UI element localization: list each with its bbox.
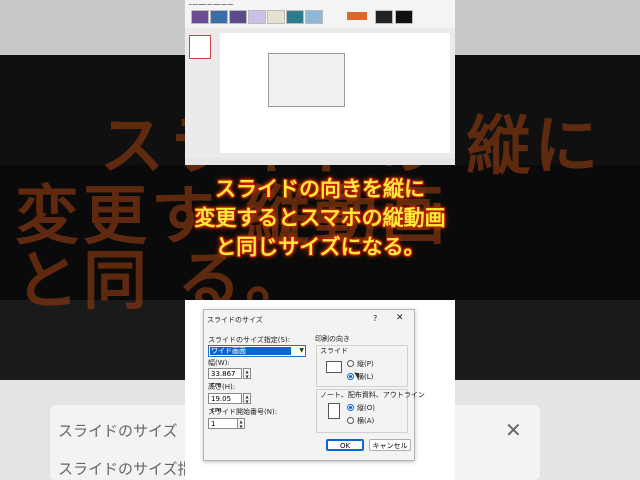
background-close-icon: ✕ bbox=[505, 418, 522, 442]
close-icon[interactable]: ✕ bbox=[396, 313, 404, 323]
size-spec-value: ワイド画面 bbox=[210, 347, 291, 355]
theme-thumb bbox=[248, 10, 266, 24]
notes-landscape-radio[interactable] bbox=[347, 417, 354, 424]
start-number-stepper[interactable]: ▲ ▼ bbox=[237, 418, 245, 429]
slide-group-label: スライド bbox=[320, 347, 348, 355]
caption-line-1: スライドの向きを縦に bbox=[215, 177, 425, 201]
height-input[interactable]: 19.05 cm bbox=[208, 393, 242, 414]
ribbon-tabs: ━ ━━ ━━━ ━━ ━━━ ━━ ━━ bbox=[189, 2, 233, 7]
slide-portrait-label: 縦(P) bbox=[357, 360, 374, 368]
theme-thumb bbox=[267, 10, 285, 24]
theme-thumb bbox=[210, 10, 228, 24]
dialog-title: スライドのサイズ bbox=[207, 316, 263, 324]
theme-thumb bbox=[286, 10, 304, 24]
theme-thumb bbox=[305, 10, 323, 24]
help-icon[interactable]: ? bbox=[373, 314, 377, 323]
slide-thumbnail bbox=[189, 35, 211, 59]
orange-button bbox=[347, 12, 367, 20]
theme-thumb bbox=[375, 10, 393, 24]
ok-button[interactable]: OK bbox=[326, 439, 364, 451]
slide-portrait-radio[interactable] bbox=[347, 360, 354, 367]
theme-thumb bbox=[395, 10, 413, 24]
theme-thumb bbox=[191, 10, 209, 24]
height-stepper[interactable]: ▲ ▼ bbox=[243, 393, 251, 404]
background-dialog-title: スライドのサイズ bbox=[58, 422, 178, 440]
status-bar bbox=[185, 158, 455, 165]
chevron-down-icon: ▼ bbox=[299, 347, 304, 354]
width-stepper[interactable]: ▲ ▼ bbox=[243, 368, 251, 379]
cancel-button[interactable]: キャンセル bbox=[369, 439, 411, 451]
mini-dialog bbox=[268, 53, 345, 107]
start-number-input[interactable]: 1 bbox=[208, 418, 238, 429]
caption: スライドの向きを縦に 変更するとスマホの縦動画 と同じサイズになる。 bbox=[185, 175, 455, 262]
height-label: 高さ(H): bbox=[208, 383, 236, 391]
size-spec-select[interactable]: ワイド画面 ▼ bbox=[208, 345, 306, 357]
caption-line-2: 変更するとスマホの縦動画 bbox=[194, 206, 446, 230]
notes-landscape-label: 横(A) bbox=[357, 417, 375, 425]
width-label: 幅(W): bbox=[208, 359, 230, 367]
theme-thumb bbox=[229, 10, 247, 24]
powerpoint-preview: ━ ━━ ━━━ ━━ ━━━ ━━ ━━ bbox=[185, 0, 455, 165]
notes-portrait-label: 縦(O) bbox=[357, 404, 375, 412]
slide-landscape-radio[interactable] bbox=[347, 373, 354, 380]
size-spec-label: スライドのサイズ指定(S): bbox=[208, 336, 291, 344]
notes-group-label: ノート、配布資料、アウトライン bbox=[320, 391, 425, 399]
start-number-label: スライド開始番号(N): bbox=[208, 408, 278, 416]
notes-portrait-radio[interactable] bbox=[347, 404, 354, 411]
caption-line-3: と同じサイズになる。 bbox=[215, 235, 425, 259]
portrait-page-icon bbox=[328, 403, 340, 419]
landscape-page-icon bbox=[326, 361, 342, 373]
orientation-label: 印刷の向き bbox=[315, 335, 350, 343]
width-input[interactable]: 33.867 cm bbox=[208, 368, 242, 389]
